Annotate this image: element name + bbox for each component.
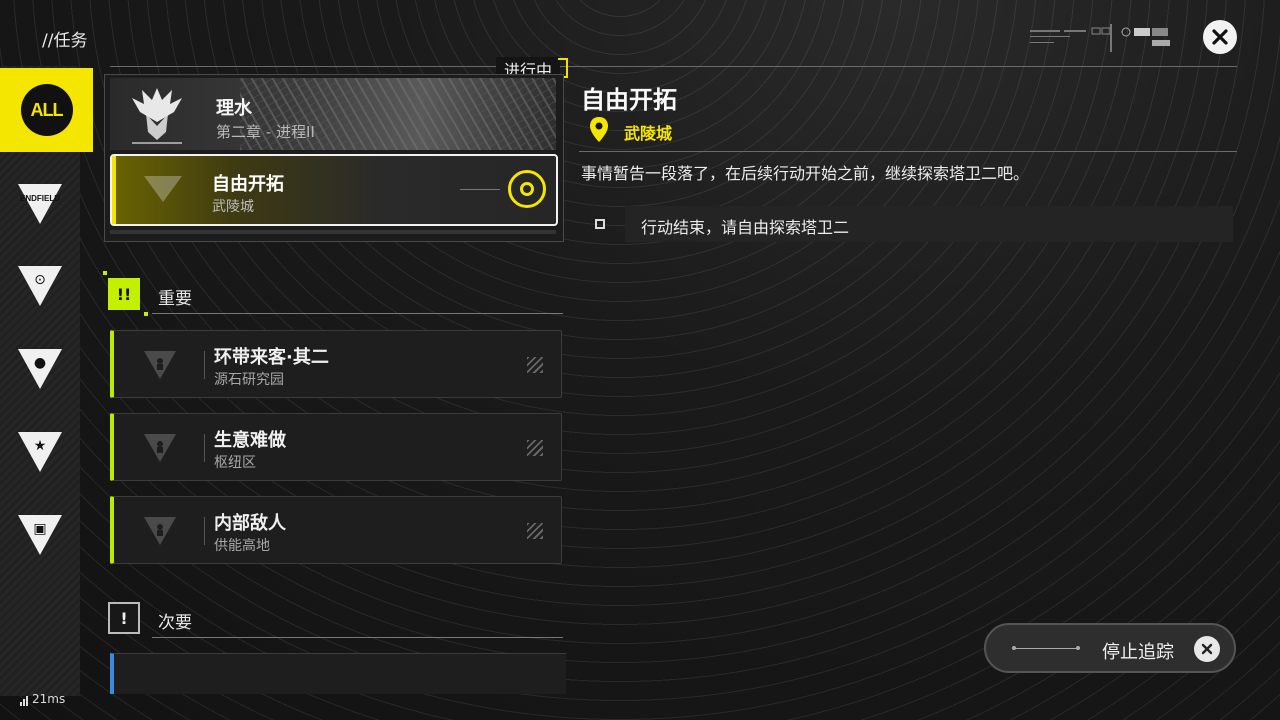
category-endfield[interactable]: ENDFIELD bbox=[0, 162, 80, 246]
endfield-label: ENDFIELD bbox=[20, 194, 60, 203]
important-badge: !! bbox=[108, 278, 140, 310]
corner-dot bbox=[103, 271, 107, 275]
quest-item[interactable]: 环带来客·其二 源石研究园 bbox=[110, 330, 562, 398]
quest-location: 枢纽区 bbox=[214, 455, 256, 471]
objective-row: 行动结束，请自由探索塔卫二 bbox=[581, 206, 1233, 242]
quest-type-icon bbox=[144, 434, 176, 462]
close-button[interactable] bbox=[1203, 20, 1237, 54]
endfield-icon: ENDFIELD bbox=[18, 184, 62, 224]
chapter-subtitle: 第二章 - 进程II bbox=[216, 123, 315, 141]
quest-title: 内部敌人 bbox=[214, 513, 286, 534]
quest-title: 环带来客·其二 bbox=[214, 347, 329, 368]
quest-title: 生意难做 bbox=[214, 430, 286, 451]
panel-footer-bar bbox=[110, 230, 556, 234]
hatch-icon bbox=[527, 440, 543, 456]
selected-quest-title: 自由开拓 bbox=[212, 174, 284, 195]
section-secondary-header: ! 次要 bbox=[108, 600, 563, 640]
quest-location: 供能高地 bbox=[214, 538, 270, 554]
objective-text: 行动结束，请自由探索塔卫二 bbox=[641, 218, 850, 237]
header-divider bbox=[110, 66, 1237, 67]
chapter-title: 理水 bbox=[216, 98, 252, 119]
chapter-emblem-icon bbox=[132, 88, 182, 144]
secondary-badge: ! bbox=[108, 602, 140, 634]
location-pin-icon bbox=[590, 117, 608, 142]
quest-item[interactable]: 生意难做 枢纽区 bbox=[110, 413, 562, 481]
signal-icon bbox=[20, 696, 28, 706]
quest-type-icon bbox=[144, 351, 176, 379]
building-icon: ▣ bbox=[18, 515, 62, 555]
star-icon: ★ bbox=[18, 432, 62, 472]
category-explore[interactable]: ⊙ bbox=[0, 244, 80, 328]
category-person[interactable]: ● bbox=[0, 327, 80, 411]
stop-tracking-label: 停止追踪 bbox=[1102, 642, 1174, 663]
category-star[interactable]: ★ bbox=[0, 410, 80, 494]
divider-line bbox=[460, 189, 500, 190]
category-building[interactable]: ▣ bbox=[0, 493, 80, 577]
section-important-header: !! 重要 bbox=[108, 276, 563, 316]
compass-icon: ⊙ bbox=[18, 266, 62, 306]
stop-tracking-button[interactable]: 停止追踪 bbox=[984, 623, 1236, 673]
all-badge: ALL bbox=[20, 84, 73, 136]
quest-item-partial[interactable] bbox=[110, 653, 566, 694]
quest-description: 事情暂告一段落了，在后续行动开始之前，继续探索塔卫二吧。 bbox=[581, 164, 1030, 183]
hatch-icon bbox=[527, 357, 543, 373]
objective-checkbox-icon bbox=[595, 219, 605, 229]
detail-divider bbox=[579, 151, 1237, 152]
tracking-target-icon[interactable] bbox=[508, 170, 546, 208]
ping-value: 21ms bbox=[32, 692, 66, 706]
hud-decoration-icon bbox=[1030, 24, 1170, 52]
close-icon bbox=[1194, 636, 1220, 662]
network-indicator: 21ms bbox=[20, 692, 65, 706]
selected-quest-card[interactable]: 自由开拓 武陵城 bbox=[110, 154, 558, 226]
quest-type-icon bbox=[144, 176, 182, 202]
line-decoration bbox=[1012, 646, 1080, 650]
selected-accent-bar bbox=[112, 156, 116, 224]
person-icon: ● bbox=[18, 349, 62, 389]
hatch-icon bbox=[527, 523, 543, 539]
category-all[interactable]: ALL bbox=[0, 68, 93, 152]
quest-type-icon bbox=[144, 517, 176, 545]
close-icon bbox=[1212, 29, 1228, 45]
quest-detail-location: 武陵城 bbox=[624, 124, 673, 143]
quest-location: 源石研究园 bbox=[214, 372, 284, 388]
corner-dot bbox=[144, 312, 148, 316]
quest-item[interactable]: 内部敌人 供能高地 bbox=[110, 496, 562, 564]
chapter-card[interactable] bbox=[110, 78, 556, 150]
quest-detail-title: 自由开拓 bbox=[581, 86, 677, 114]
section-secondary-label: 次要 bbox=[158, 613, 192, 633]
selected-quest-location: 武陵城 bbox=[212, 199, 254, 215]
section-important-label: 重要 bbox=[158, 289, 192, 309]
breadcrumb: //任务 bbox=[42, 31, 88, 51]
